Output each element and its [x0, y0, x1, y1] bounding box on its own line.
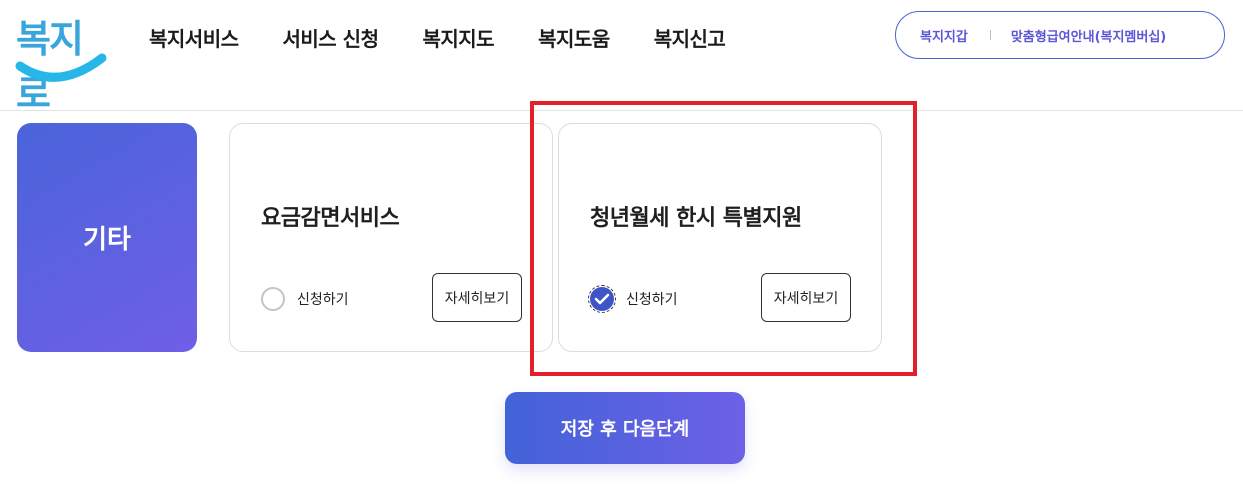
- category-label: 기타: [83, 225, 131, 255]
- category-card: 기타: [17, 123, 197, 352]
- nav-welfare-report[interactable]: 복지신고: [654, 24, 726, 54]
- checkbox-checked-icon[interactable]: [588, 285, 616, 313]
- service-title: 요금감면서비스: [261, 206, 400, 231]
- apply-label: 신청하기: [297, 292, 349, 308]
- nav-welfare-map[interactable]: 복지지도: [422, 24, 494, 54]
- apply-label: 신청하기: [626, 292, 678, 308]
- util-link-membership[interactable]: 맞춤형급여안내(복지멤버십): [1011, 26, 1166, 45]
- apply-checkbox[interactable]: 신청하기: [261, 287, 349, 311]
- detail-button[interactable]: 자세히보기: [761, 273, 851, 322]
- service-card: 청년월세 한시 특별지원 신청하기 자세히보기: [558, 123, 882, 352]
- checkmark-icon: [594, 293, 610, 305]
- site-header: 복지로 복지서비스 서비스 신청 복지지도 복지도움 복지신고 복지지갑 맞춤형…: [0, 0, 1243, 116]
- util-divider: [989, 30, 991, 40]
- util-link-wallet[interactable]: 복지지갑: [920, 26, 968, 45]
- detail-button[interactable]: 자세히보기: [432, 273, 522, 322]
- save-next-button[interactable]: 저장 후 다음단계: [505, 392, 745, 464]
- main-nav: 복지서비스 서비스 신청 복지지도 복지도움 복지신고: [149, 24, 769, 54]
- nav-service-apply[interactable]: 서비스 신청: [283, 24, 379, 54]
- logo[interactable]: 복지로: [14, 8, 110, 116]
- apply-checkbox[interactable]: 신청하기: [588, 285, 678, 313]
- util-links: 복지지갑 맞춤형급여안내(복지멤버십): [895, 11, 1225, 59]
- service-title: 청년월세 한시 특별지원: [590, 206, 802, 231]
- nav-welfare-service[interactable]: 복지서비스: [149, 24, 239, 54]
- checkbox-unchecked-icon[interactable]: [261, 287, 285, 311]
- service-card: 요금감면서비스 신청하기 자세히보기: [229, 123, 553, 352]
- smile-icon: [15, 53, 107, 82]
- nav-welfare-help[interactable]: 복지도움: [538, 24, 610, 54]
